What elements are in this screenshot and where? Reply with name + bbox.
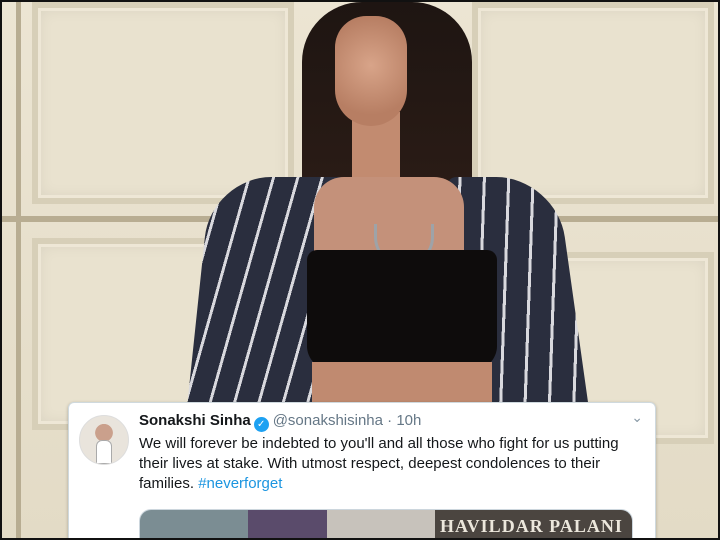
tweet-text: We will forever be indebted to you'll an… <box>139 434 639 494</box>
black-top <box>307 250 497 370</box>
handle[interactable]: @sonakshisinha <box>273 412 383 429</box>
separator-dot: · <box>387 412 393 429</box>
avatar[interactable] <box>79 415 129 465</box>
timestamp[interactable]: 10h <box>396 412 421 429</box>
hashtag-link[interactable]: #neverforget <box>198 475 282 492</box>
display-name[interactable]: Sonakshi Sinha <box>139 412 251 429</box>
tweet-card[interactable]: Sonakshi Sinha ✓ @sonakshisinha · 10h ⌄ We… <box>68 402 656 538</box>
wall-panel <box>472 2 714 204</box>
chevron-down-icon[interactable]: ⌄ <box>631 409 643 426</box>
tweet-header: Sonakshi Sinha ✓ @sonakshisinha · 10h <box>139 412 421 432</box>
tweet-media[interactable]: HAVILDAR PALANI <box>139 509 633 538</box>
wall-panel <box>32 2 294 204</box>
wall-gap <box>16 2 21 538</box>
verified-badge-icon: ✓ <box>253 417 269 432</box>
face <box>335 16 407 126</box>
media-caption: HAVILDAR PALANI <box>440 516 623 536</box>
photo-frame: Sonakshi Sinha ✓ @sonakshisinha · 10h ⌄ We… <box>0 0 720 540</box>
